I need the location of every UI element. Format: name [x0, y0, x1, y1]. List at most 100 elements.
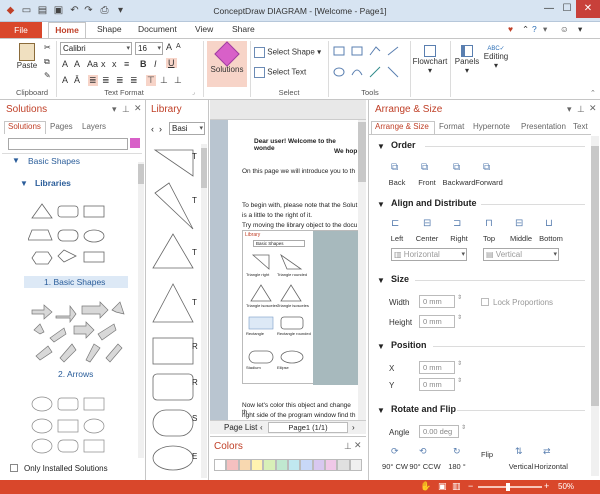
- color-swatch[interactable]: [238, 459, 251, 471]
- flowchart-button[interactable]: Flowchart ▾: [412, 45, 448, 75]
- library-shapes[interactable]: [149, 144, 199, 474]
- cut-icon[interactable]: ✂: [44, 43, 51, 52]
- arrows-library-preview[interactable]: [30, 300, 125, 366]
- valign-top-icon[interactable]: ⊤: [146, 75, 156, 86]
- align-left-icon[interactable]: ≣: [88, 75, 98, 86]
- color-swatch[interactable]: [263, 459, 276, 471]
- align-right-icon[interactable]: ⊐: [453, 218, 461, 229]
- minimize-button[interactable]: —: [540, 0, 558, 18]
- bold-icon[interactable]: B: [140, 59, 147, 69]
- connector-tool-icon[interactable]: [369, 66, 381, 78]
- height-input[interactable]: 0 mm: [419, 315, 455, 328]
- search-input[interactable]: [8, 138, 128, 150]
- color-swatch[interactable]: [300, 459, 313, 471]
- font-size-combo[interactable]: 16 ▾: [135, 42, 163, 55]
- highlight-icon[interactable]: A: [74, 59, 80, 69]
- rectangle-tool-icon[interactable]: [333, 46, 345, 56]
- align-middle-icon[interactable]: ⊟: [515, 218, 523, 229]
- tab-layers[interactable]: Layers: [82, 122, 106, 131]
- tab-presentation[interactable]: Presentation: [521, 122, 566, 131]
- front-icon[interactable]: ⧉: [421, 162, 428, 173]
- spinner-icon[interactable]: ⇕: [457, 377, 462, 384]
- tab-home[interactable]: Home: [48, 22, 86, 39]
- x-input[interactable]: 0 mm: [419, 361, 455, 374]
- flip-horizontal-icon[interactable]: ⇄: [543, 446, 551, 457]
- strikethrough-icon[interactable]: A: [62, 75, 68, 85]
- align-bottom-button[interactable]: Bottom: [531, 234, 571, 243]
- align-top-icon[interactable]: ⊓: [485, 218, 493, 229]
- page-tab[interactable]: Page1 (1/1): [268, 422, 348, 433]
- heart-icon[interactable]: ♥: [508, 24, 513, 34]
- select-text-button[interactable]: Select Text: [254, 67, 306, 78]
- ribbon-options-icon[interactable]: ▾: [578, 24, 582, 35]
- maximize-button[interactable]: ☐: [558, 0, 576, 18]
- ellipse-tool-icon[interactable]: [333, 67, 345, 77]
- polyline-tool-icon[interactable]: [369, 46, 381, 56]
- spinner-icon[interactable]: ⇕: [457, 294, 462, 301]
- tab-file[interactable]: File: [0, 22, 42, 38]
- justify-icon[interactable]: ≣: [130, 75, 138, 86]
- grow-font-icon[interactable]: A: [166, 42, 172, 52]
- paste-button[interactable]: Paste: [12, 43, 42, 70]
- tab-format[interactable]: Format: [439, 122, 464, 131]
- close-icon[interactable]: ✕: [589, 103, 597, 114]
- color-swatch[interactable]: [214, 459, 227, 471]
- rotate-ccw-icon[interactable]: ⟲: [419, 446, 427, 457]
- color-swatch[interactable]: [287, 459, 301, 471]
- align-center-icon[interactable]: ⊟: [423, 218, 431, 229]
- dialog-launcher-icon[interactable]: ⌟: [192, 89, 195, 96]
- valign-bottom-icon[interactable]: ⊥: [174, 75, 182, 86]
- tab-hypernote[interactable]: Hypernote: [473, 122, 510, 131]
- spinner-icon[interactable]: ⇕: [461, 424, 466, 431]
- pin-icon[interactable]: ⊥: [122, 104, 130, 115]
- tab-solutions[interactable]: Solutions: [8, 122, 41, 131]
- tab-shape[interactable]: Shape: [97, 24, 122, 34]
- color-swatch[interactable]: [250, 459, 264, 471]
- close-icon[interactable]: ✕: [354, 440, 362, 451]
- only-installed-checkbox[interactable]: [10, 464, 18, 472]
- line-tool-icon[interactable]: [387, 66, 399, 78]
- pin-icon[interactable]: ⊥: [577, 104, 585, 115]
- vertical-scrollbar[interactable]: [358, 122, 366, 182]
- help-icon[interactable]: ?: [532, 24, 537, 34]
- close-icon[interactable]: ✕: [134, 103, 142, 114]
- distribute-horizontal-combo[interactable]: ▥ Horizontal ▾: [391, 248, 467, 261]
- previous-page-icon[interactable]: ‹: [260, 423, 263, 432]
- basic-shapes-solution[interactable]: Basic Shapes: [28, 156, 80, 166]
- scrollbar-thumb[interactable]: [138, 164, 144, 184]
- collapse-icon[interactable]: ▼: [377, 142, 385, 151]
- width-input[interactable]: 0 mm: [419, 295, 455, 308]
- align-right-icon[interactable]: ≣: [116, 75, 124, 86]
- zoom-in-icon[interactable]: +: [544, 481, 549, 491]
- help-dropdown-icon[interactable]: ▾: [543, 24, 547, 35]
- superscript-icon[interactable]: x: [112, 59, 117, 69]
- color-palette[interactable]: [214, 459, 362, 471]
- color-swatch[interactable]: [226, 459, 239, 471]
- library-combo[interactable]: Basi ▾: [169, 122, 205, 135]
- collapse-icon[interactable]: ▼: [377, 200, 385, 209]
- pin-icon[interactable]: ⊥: [344, 441, 352, 452]
- tab-arrange-size[interactable]: Arrange & Size: [375, 122, 429, 131]
- tab-text[interactable]: Text: [573, 122, 588, 131]
- dropdown-icon[interactable]: ▾: [112, 104, 117, 115]
- library-item-basic-shapes[interactable]: 1. Basic Shapes: [44, 277, 105, 287]
- close-button[interactable]: ✕: [576, 0, 600, 18]
- tab-document[interactable]: Document: [138, 24, 177, 34]
- forward-button[interactable]: Forward: [469, 178, 509, 187]
- subscript-icon[interactable]: x: [101, 59, 106, 69]
- collapse-icon[interactable]: ▼: [20, 179, 28, 188]
- basic-shapes-library-preview[interactable]: [28, 200, 128, 272]
- tab-view[interactable]: View: [195, 24, 213, 34]
- font-name-combo[interactable]: Calibri ▾: [60, 42, 132, 55]
- align-center-icon[interactable]: ≣: [102, 75, 110, 86]
- align-left-icon[interactable]: ⊏: [391, 218, 399, 229]
- next-icon[interactable]: ›: [159, 124, 162, 134]
- clear-format-icon[interactable]: ≡: [124, 59, 129, 69]
- pan-icon[interactable]: ✋: [420, 481, 431, 492]
- flip-horizontal-button[interactable]: Horizontal: [531, 462, 571, 471]
- distribute-vertical-combo[interactable]: ▤ Vertical ▾: [483, 248, 559, 261]
- spinner-icon[interactable]: ⇕: [457, 360, 462, 367]
- rotate-180-button[interactable]: 180 °: [437, 462, 477, 471]
- underline-icon[interactable]: U: [166, 58, 177, 68]
- color-swatch[interactable]: [275, 459, 288, 471]
